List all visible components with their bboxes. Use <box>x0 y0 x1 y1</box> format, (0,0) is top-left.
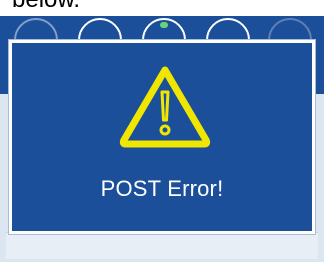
footer-strip <box>6 232 318 259</box>
screenshot-stage: below. POST Error! <box>0 0 324 262</box>
instruction-caption: below. <box>12 0 80 14</box>
post-error-dialog: POST Error! <box>9 40 315 234</box>
warning-exclamation-dot <box>159 124 171 136</box>
step-indicator-dot <box>160 22 168 28</box>
error-message: POST Error! <box>100 176 224 201</box>
warning-exclamation-bar <box>160 90 170 122</box>
warning-icon <box>119 66 211 148</box>
